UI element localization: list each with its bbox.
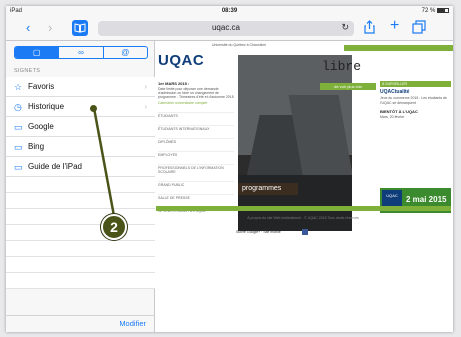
annotation-callout: 2 [101, 214, 127, 240]
annotation-dot [90, 105, 97, 112]
annotation-pointer-line [92, 107, 116, 217]
ipad-screen: iPad 08:39 72 % ‹ › uqac.ca ↻ + ▢ ∞ @ SI… [6, 6, 453, 332]
